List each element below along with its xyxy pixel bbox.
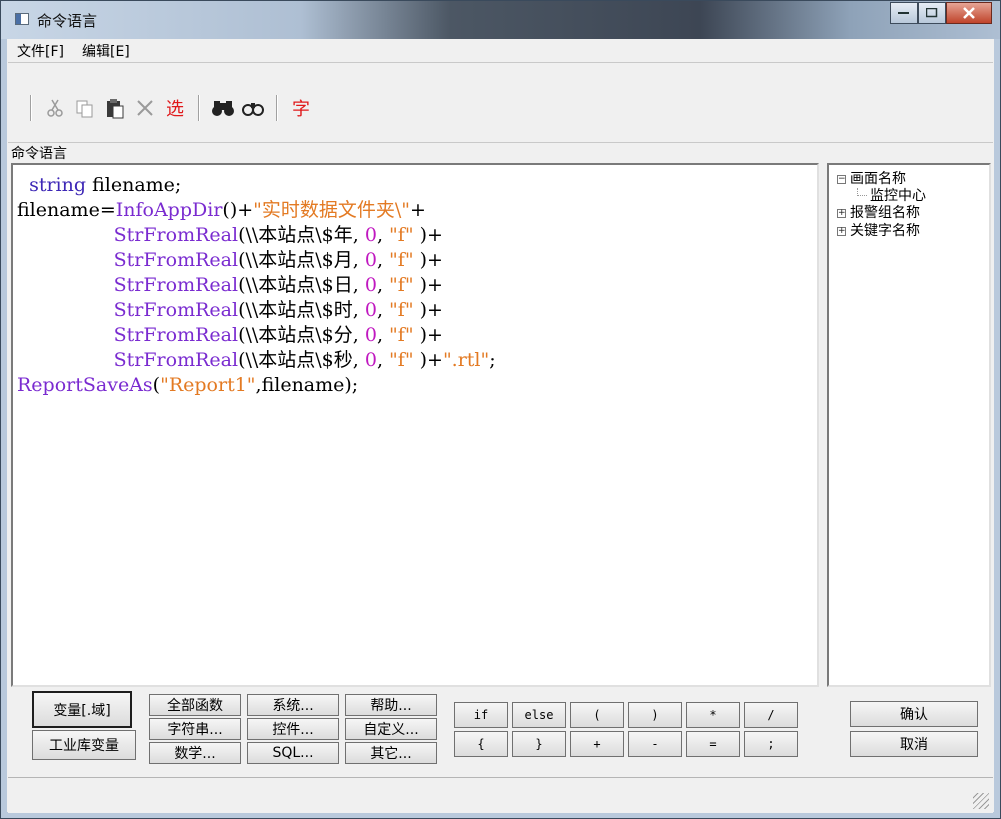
x-delete-icon — [137, 100, 153, 116]
tree-node-screens[interactable]: − 画面名称 — [837, 171, 906, 187]
copy-icon[interactable] — [73, 95, 97, 121]
find-icon[interactable] — [211, 95, 235, 121]
caption-buttons — [890, 2, 992, 24]
minimize-button[interactable] — [890, 2, 918, 24]
paste-icon[interactable] — [103, 95, 127, 121]
code-line: StrFromReal(\\本站点\$时, 0, "f" )+ — [113, 299, 443, 321]
code-line: StrFromReal(\\本站点\$分, 0, "f" )+ — [113, 324, 443, 346]
replace-icon[interactable] — [241, 95, 265, 121]
tree-node-monitoring-center[interactable]: 监控中心 — [857, 188, 926, 204]
maximize-button[interactable] — [918, 2, 946, 24]
variable-domain-button[interactable]: 变量[.域] — [32, 691, 132, 728]
code-line: StrFromReal(\\本站点\$月, 0, "f" )+ — [113, 249, 443, 271]
object-tree[interactable]: − 画面名称 监控中心 + 报警组名称 + 关键字名称 — [827, 163, 991, 687]
op-if-button[interactable]: if — [454, 702, 508, 728]
op-else-button[interactable]: else — [512, 702, 566, 728]
op-lparen-button[interactable]: ( — [570, 702, 624, 728]
command-language-window: 命令语言 文件[F] 编辑[E] 选 字 命令语言 string filenam… — [0, 0, 1001, 819]
tree-label: 监控中心 — [870, 188, 926, 204]
expand-icon[interactable]: + — [837, 208, 846, 218]
op-rparen-button[interactable]: ) — [628, 702, 682, 728]
code-line: StrFromReal(\\本站点\$日, 0, "f" )+ — [113, 274, 443, 296]
button-panel: 变量[.域] 工业库变量 全部函数 系统... 帮助... 字符串... 控件.… — [8, 687, 993, 764]
tree-label: 画面名称 — [850, 171, 906, 187]
status-bar — [8, 777, 993, 813]
string-button[interactable]: 字符串... — [149, 718, 241, 740]
title-bar[interactable]: 命令语言 — [1, 1, 1000, 39]
clipboard-icon — [107, 99, 124, 119]
select-button[interactable]: 选 — [163, 95, 187, 121]
binoculars-icon — [242, 103, 264, 116]
tree-label: 报警组名称 — [850, 205, 920, 221]
code-text[interactable]: string filename; filename=InfoAppDir()+"实… — [13, 165, 817, 398]
code-line: ReportSaveAs("Report1",filename); — [17, 374, 359, 396]
op-equals-button[interactable]: = — [686, 731, 740, 757]
system-button[interactable]: 系统... — [247, 694, 339, 716]
section-label: 命令语言 — [11, 146, 67, 162]
maximize-icon — [926, 8, 938, 18]
math-button[interactable]: 数学... — [149, 742, 241, 764]
custom-button[interactable]: 自定义... — [345, 718, 437, 740]
confirm-button[interactable]: 确认 — [850, 701, 978, 727]
sql-button[interactable]: SQL... — [247, 742, 339, 764]
expand-icon[interactable]: + — [837, 226, 846, 236]
toolbar-separator — [198, 95, 200, 121]
help-button[interactable]: 帮助... — [345, 694, 437, 716]
binoculars-find-icon — [212, 101, 234, 116]
op-minus-button[interactable]: - — [628, 731, 682, 757]
scissors-icon — [47, 99, 63, 117]
op-plus-button[interactable]: + — [570, 731, 624, 757]
op-divide-button[interactable]: / — [744, 702, 798, 728]
code-editor[interactable]: string filename; filename=InfoAppDir()+"实… — [11, 163, 819, 687]
op-multiply-button[interactable]: * — [686, 702, 740, 728]
toolbar: 选 字 — [8, 63, 993, 143]
industrial-variable-button[interactable]: 工业库变量 — [32, 730, 136, 760]
app-icon — [15, 13, 29, 25]
close-icon — [963, 7, 975, 19]
toolbar-separator — [30, 95, 32, 121]
tree-label: 关键字名称 — [850, 223, 920, 239]
other-button[interactable]: 其它... — [345, 742, 437, 764]
op-rbrace-button[interactable]: } — [512, 731, 566, 757]
all-functions-button[interactable]: 全部函数 — [149, 694, 241, 716]
code-line: string filename; — [29, 174, 182, 196]
close-button[interactable] — [946, 2, 992, 24]
font-button[interactable]: 字 — [289, 95, 313, 121]
code-line: filename=InfoAppDir()+"实时数据文件夹\"+ — [17, 199, 426, 221]
op-lbrace-button[interactable]: { — [454, 731, 508, 757]
menu-edit[interactable]: 编辑[E] — [73, 41, 139, 61]
tree-node-keywords[interactable]: + 关键字名称 — [837, 223, 920, 239]
cancel-button[interactable]: 取消 — [850, 731, 978, 757]
code-line: StrFromReal(\\本站点\$秒, 0, "f" )+".rtl"; — [113, 349, 496, 371]
cut-icon[interactable] — [43, 95, 67, 121]
minimize-icon — [898, 12, 909, 14]
code-line: StrFromReal(\\本站点\$年, 0, "f" )+ — [113, 224, 443, 246]
tree-node-alarm-groups[interactable]: + 报警组名称 — [837, 205, 920, 221]
resize-grip-icon[interactable] — [973, 793, 989, 809]
menu-file[interactable]: 文件[F] — [8, 41, 73, 61]
toolbar-separator — [276, 95, 278, 121]
collapse-icon[interactable]: − — [837, 174, 846, 184]
control-button[interactable]: 控件... — [247, 718, 339, 740]
copy-pages-icon — [76, 100, 93, 118]
menu-bar: 文件[F] 编辑[E] — [8, 39, 993, 63]
delete-icon[interactable] — [133, 95, 157, 121]
op-semicolon-button[interactable]: ; — [744, 731, 798, 757]
window-title: 命令语言 — [37, 12, 98, 30]
tree-connector — [857, 188, 867, 196]
